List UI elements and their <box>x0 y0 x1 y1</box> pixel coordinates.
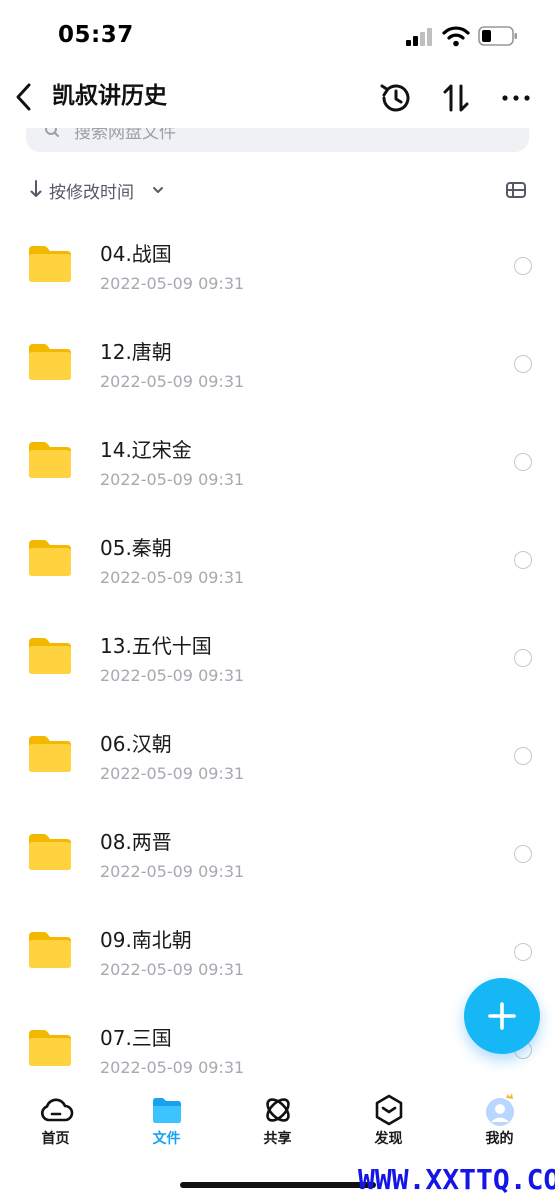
status-bar: 05:37 <box>0 0 555 70</box>
tab-label: 发现 <box>374 1131 403 1147</box>
history-icon[interactable] <box>378 80 414 116</box>
tab-share[interactable]: 共享 <box>222 1082 333 1158</box>
select-checkbox[interactable] <box>514 257 532 275</box>
battery-icon <box>478 26 517 46</box>
share-orbit-icon <box>266 1098 290 1122</box>
list-item[interactable]: 06.汉朝 2022-05-09 09:31 <box>0 702 555 800</box>
file-name: 09.南北朝 <box>100 928 192 952</box>
file-date: 2022-05-09 09:31 <box>100 764 245 783</box>
file-name: 13.五代十国 <box>100 634 212 658</box>
signal-icon <box>406 28 432 46</box>
avatar-icon <box>486 1093 514 1126</box>
folder-icon <box>153 1098 181 1123</box>
status-time: 05:37 <box>58 22 134 48</box>
tab-profile[interactable]: 我的 <box>444 1082 555 1158</box>
select-checkbox[interactable] <box>514 551 532 569</box>
select-checkbox[interactable] <box>514 845 532 863</box>
file-name: 04.战国 <box>100 242 172 266</box>
sort-row: 按修改时间 <box>0 170 555 210</box>
file-date: 2022-05-09 09:31 <box>100 960 245 979</box>
select-checkbox[interactable] <box>514 453 532 471</box>
folder-icon <box>29 1030 71 1066</box>
search-bar[interactable]: 搜索网盘文件 <box>26 128 529 152</box>
tab-home[interactable]: 首页 <box>0 1082 111 1158</box>
file-name: 12.唐朝 <box>100 340 172 364</box>
tab-label: 共享 <box>263 1131 292 1147</box>
page-title: 凯叔讲历史 <box>52 83 167 109</box>
add-button[interactable] <box>464 978 540 1054</box>
list-item[interactable]: 09.南北朝 2022-05-09 09:31 <box>0 898 555 996</box>
folder-icon <box>29 638 71 674</box>
list-item[interactable]: 14.辽宋金 2022-05-09 09:31 <box>0 408 555 506</box>
view-toggle-icon[interactable] <box>505 180 527 200</box>
file-name: 08.两晋 <box>100 830 172 854</box>
sort-selector[interactable]: 按修改时间 <box>49 178 134 203</box>
file-date: 2022-05-09 09:31 <box>100 1058 245 1077</box>
file-date: 2022-05-09 09:31 <box>100 568 245 587</box>
file-date: 2022-05-09 09:31 <box>100 274 245 293</box>
folder-icon <box>29 932 71 968</box>
wifi-icon <box>442 26 470 47</box>
arrow-down-icon <box>30 180 42 197</box>
folder-icon <box>29 442 71 478</box>
select-checkbox[interactable] <box>514 747 532 765</box>
chevron-down-icon[interactable] <box>152 185 164 195</box>
folder-icon <box>29 246 71 282</box>
file-date: 2022-05-09 09:31 <box>100 470 245 489</box>
select-checkbox[interactable] <box>514 943 532 961</box>
file-date: 2022-05-09 09:31 <box>100 666 245 685</box>
tab-bar: 首页 文件 共享 发现 我的 <box>0 1082 555 1158</box>
file-name: 05.秦朝 <box>100 536 172 560</box>
folder-icon <box>29 540 71 576</box>
file-name: 06.汉朝 <box>100 732 172 756</box>
file-name: 14.辽宋金 <box>100 438 192 462</box>
discover-icon <box>375 1094 403 1126</box>
search-placeholder: 搜索网盘文件 <box>74 128 176 143</box>
more-icon[interactable] <box>498 80 534 116</box>
select-checkbox[interactable] <box>514 649 532 667</box>
tab-label: 我的 <box>485 1131 514 1147</box>
file-name: 07.三国 <box>100 1026 172 1050</box>
tab-label: 文件 <box>152 1131 181 1147</box>
tab-label: 首页 <box>41 1131 70 1147</box>
search-icon <box>45 128 59 137</box>
list-item[interactable]: 04.战国 2022-05-09 09:31 <box>0 212 555 310</box>
folder-icon <box>29 736 71 772</box>
back-icon[interactable] <box>12 80 36 114</box>
home-indicator <box>180 1182 376 1188</box>
list-item[interactable]: 13.五代十国 2022-05-09 09:31 <box>0 604 555 702</box>
list-item[interactable]: 05.秦朝 2022-05-09 09:31 <box>0 506 555 604</box>
cloud-icon <box>41 1098 74 1122</box>
nav-bar: 凯叔讲历史 <box>0 72 555 122</box>
tab-discover[interactable]: 发现 <box>333 1082 444 1158</box>
list-item[interactable]: 08.两晋 2022-05-09 09:31 <box>0 800 555 898</box>
file-date: 2022-05-09 09:31 <box>100 372 245 391</box>
plus-icon <box>488 1002 516 1030</box>
folder-icon <box>29 834 71 870</box>
sort-order-icon[interactable] <box>438 80 474 116</box>
watermark: WWW.XXTTQ.COM <box>358 1163 555 1196</box>
list-item[interactable]: 12.唐朝 2022-05-09 09:31 <box>0 310 555 408</box>
file-date: 2022-05-09 09:31 <box>100 862 245 881</box>
select-checkbox[interactable] <box>514 355 532 373</box>
folder-icon <box>29 344 71 380</box>
tab-files[interactable]: 文件 <box>111 1082 222 1158</box>
